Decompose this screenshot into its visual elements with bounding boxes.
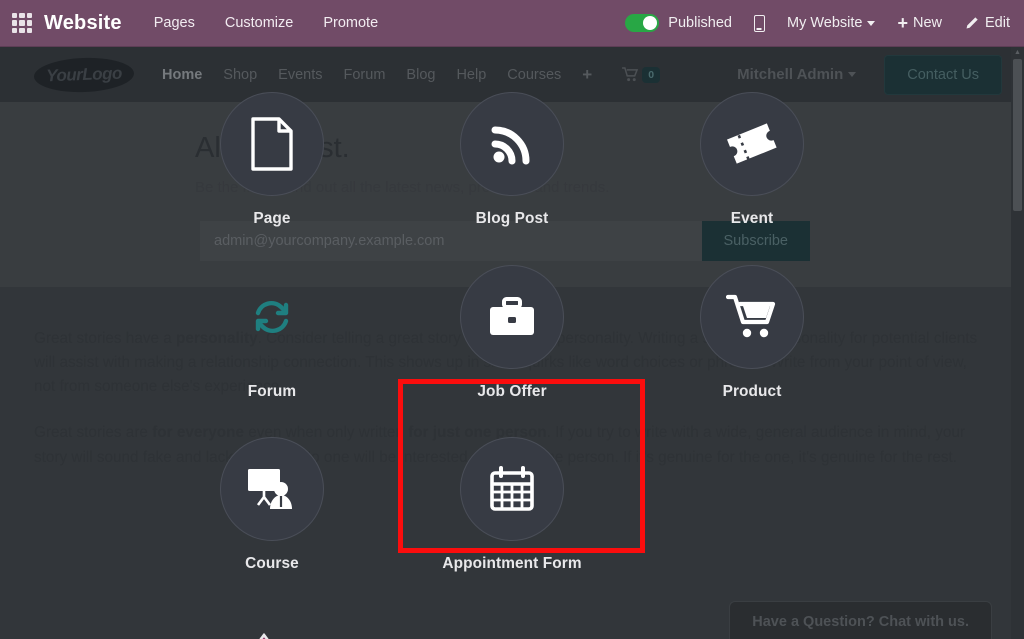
new-content-label: Job Offer bbox=[477, 383, 547, 400]
edit-button[interactable]: Edit bbox=[964, 15, 1010, 31]
new-content-circle[interactable] bbox=[700, 92, 804, 196]
system-bar-right: Published My Website + New Edit bbox=[625, 13, 1024, 34]
nav-item-courses[interactable]: Courses bbox=[507, 67, 561, 83]
shopping-cart-icon bbox=[726, 294, 776, 338]
document-icon bbox=[251, 117, 293, 171]
website-nav: Home Shop Events Forum Blog Help Courses… bbox=[162, 65, 592, 85]
apps-grid-icon[interactable] bbox=[12, 13, 32, 33]
new-content-circle[interactable] bbox=[460, 92, 564, 196]
plus-icon: + bbox=[897, 12, 908, 33]
scrollbar-thumb[interactable] bbox=[1013, 59, 1022, 211]
contact-us-button[interactable]: Contact Us bbox=[884, 54, 1002, 95]
new-content-product[interactable]: Product bbox=[672, 265, 832, 401]
cart-button[interactable]: 0 bbox=[622, 66, 661, 83]
menu-customize[interactable]: Customize bbox=[225, 15, 294, 31]
scroll-up-arrow-icon[interactable]: ▲ bbox=[1011, 47, 1024, 58]
mobile-preview-icon[interactable] bbox=[753, 14, 765, 32]
new-content-event[interactable]: Event bbox=[672, 92, 832, 228]
page-scrollbar[interactable]: ▲ bbox=[1011, 47, 1024, 639]
new-content-circle[interactable] bbox=[220, 437, 324, 541]
new-content-label: Product bbox=[722, 383, 782, 400]
edit-label: Edit bbox=[985, 15, 1010, 31]
app-title: Website bbox=[44, 11, 122, 34]
chat-widget-button[interactable]: Have a Question? Chat with us. bbox=[729, 601, 992, 639]
new-content-label: Appointment Form bbox=[442, 555, 582, 572]
site-logo[interactable]: YourLogo bbox=[33, 55, 135, 94]
new-content-circle[interactable] bbox=[460, 265, 564, 369]
new-content-page[interactable]: Page bbox=[192, 92, 352, 228]
new-content-label: Blog Post bbox=[475, 210, 549, 227]
nav-item-forum[interactable]: Forum bbox=[344, 67, 386, 83]
new-label: New bbox=[912, 15, 942, 31]
rss-icon bbox=[491, 126, 530, 165]
loading-sync-icon bbox=[220, 265, 324, 369]
new-content-circle[interactable] bbox=[220, 92, 324, 196]
new-content-label: Event bbox=[730, 210, 774, 227]
p1-part-a: Great stories have a bbox=[34, 330, 176, 347]
chevron-down-icon bbox=[848, 72, 857, 77]
ticket-icon bbox=[727, 123, 777, 164]
publish-toggle[interactable]: Published bbox=[625, 14, 732, 32]
nav-item-blog[interactable]: Blog bbox=[406, 67, 435, 83]
new-content-blog-post[interactable]: Blog Post bbox=[432, 92, 592, 228]
new-content-label: Course bbox=[245, 555, 299, 572]
system-menu: Pages Customize Promote bbox=[154, 15, 378, 31]
user-name: Mitchell Admin bbox=[737, 66, 844, 83]
nav-item-home[interactable]: Home bbox=[162, 67, 202, 83]
publish-label: Published bbox=[668, 15, 732, 31]
new-content-forum[interactable]: Forum bbox=[192, 265, 352, 401]
nav-item-events[interactable]: Events bbox=[278, 67, 322, 83]
nav-item-help[interactable]: Help bbox=[456, 67, 486, 83]
presentation-icon bbox=[248, 469, 292, 509]
cart-count-badge: 0 bbox=[642, 66, 661, 83]
menu-promote[interactable]: Promote bbox=[323, 15, 378, 31]
water-drop-icon bbox=[259, 633, 269, 639]
new-content-label: Page bbox=[253, 210, 291, 227]
new-content-appointment-form[interactable]: Appointment Form bbox=[432, 437, 592, 573]
briefcase-icon bbox=[490, 297, 534, 335]
new-content-circle[interactable] bbox=[700, 265, 804, 369]
nav-item-shop[interactable]: Shop bbox=[223, 67, 257, 83]
site-selector-label: My Website bbox=[786, 15, 863, 31]
new-content-label: Forum bbox=[247, 383, 297, 400]
nav-plus-icon[interactable]: + bbox=[582, 65, 592, 85]
site-selector[interactable]: My Website bbox=[786, 15, 876, 31]
user-menu[interactable]: Mitchell Admin bbox=[737, 66, 857, 83]
pencil-icon bbox=[966, 16, 978, 28]
new-content-job-offer[interactable]: Job Offer bbox=[432, 265, 592, 401]
new-content-circle[interactable] bbox=[460, 437, 564, 541]
chevron-down-icon bbox=[867, 20, 876, 26]
p2-part-a: Great stories are bbox=[34, 424, 153, 442]
new-content-course[interactable]: Course bbox=[192, 437, 352, 573]
new-button[interactable]: + New bbox=[897, 13, 942, 34]
publish-switch-icon[interactable] bbox=[625, 14, 660, 32]
shopping-cart-icon bbox=[622, 67, 639, 82]
odoo-system-bar: Website Pages Customize Promote Publishe… bbox=[0, 0, 1024, 47]
calendar-icon bbox=[490, 466, 534, 511]
menu-pages[interactable]: Pages bbox=[154, 15, 195, 31]
